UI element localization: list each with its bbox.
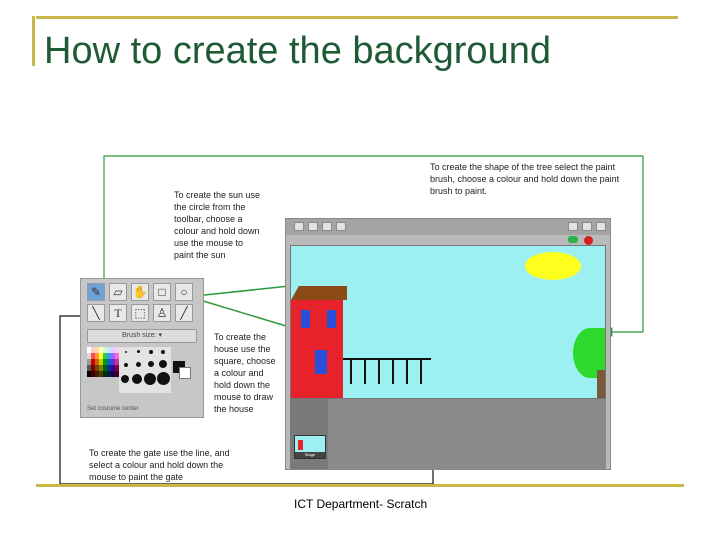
tree-note-line: To create the shape of the tree select t… — [430, 162, 616, 172]
brush-size-dot[interactable] — [137, 350, 140, 353]
brush-size-dot[interactable] — [121, 375, 129, 383]
house-note-line: house use the — [214, 344, 271, 354]
gate-note-line: To create the gate use the line, and — [89, 448, 230, 458]
rectangle-icon[interactable]: □ — [153, 283, 171, 301]
sun-note-line: the circle from the — [174, 202, 246, 212]
brush-size-dot[interactable] — [157, 372, 170, 385]
stop-icon[interactable] — [584, 236, 593, 245]
brush-size-dot[interactable] — [144, 373, 156, 385]
stage-thumbnail-column: Stage — [290, 397, 328, 469]
toolbar-button[interactable] — [294, 222, 304, 231]
view-mode-button[interactable] — [582, 222, 592, 231]
house-window-right — [327, 310, 336, 328]
sun-note-line: colour and hold down — [174, 226, 260, 236]
secondary-color-swatch[interactable] — [179, 367, 191, 379]
sun-note-line: toolbar, choose a — [174, 214, 243, 224]
brush-size-options[interactable] — [119, 347, 171, 393]
fill-icon[interactable]: ✋ — [131, 283, 149, 301]
green-flag-icon[interactable] — [568, 236, 578, 243]
gate-note-line: select a colour and hold down the — [89, 460, 224, 470]
house-note-line: a colour and — [214, 368, 264, 378]
house-door — [315, 350, 327, 374]
stage-thumbnail-label: Stage — [295, 452, 325, 458]
toolbar-button[interactable] — [322, 222, 332, 231]
brush-size-dot[interactable] — [132, 374, 142, 384]
tree-note-line: brush, choose a colour and hold down the… — [430, 174, 620, 184]
brush-size-dot[interactable] — [124, 363, 128, 367]
house-note-line: the house — [214, 404, 254, 414]
house-window-left — [301, 310, 310, 328]
view-mode-button[interactable] — [568, 222, 578, 231]
stamp-icon[interactable]: ♙ — [153, 304, 171, 322]
gate-note: To create the gate use the line, and sel… — [89, 447, 289, 483]
sun-note-line: To create the sun use — [174, 190, 261, 200]
footer-line — [36, 484, 684, 487]
scratch-top-toolbar — [286, 219, 610, 235]
house-thumbnail — [298, 440, 303, 450]
toolbar-button[interactable] — [336, 222, 346, 231]
brush-size-label: Brush size: — [121, 332, 157, 339]
tree-trunk — [597, 370, 605, 398]
paintbrush-icon[interactable]: ✎ — [87, 283, 105, 301]
brush-size-dot[interactable] — [159, 360, 167, 368]
brush-size-dot[interactable] — [125, 351, 127, 353]
select-icon[interactable]: ⬚ — [131, 304, 149, 322]
sun-note: To create the sun use the circle from th… — [174, 189, 284, 261]
view-mode-button[interactable] — [596, 222, 606, 231]
eraser-icon[interactable]: ▱ — [109, 283, 127, 301]
house-note: To create the house use the square, choo… — [214, 331, 286, 415]
tree-note-line: brush to paint. — [430, 186, 488, 196]
brush-size-dot[interactable] — [161, 350, 165, 354]
gate-shape — [343, 358, 431, 384]
text-icon[interactable]: T — [109, 304, 127, 322]
eyedropper-icon[interactable]: ╱ — [175, 304, 193, 322]
brush-size-dot[interactable] — [136, 362, 141, 367]
house-shape — [291, 300, 343, 398]
footer-text: ICT Department- Scratch — [294, 497, 428, 511]
color-palette[interactable] — [87, 347, 119, 403]
sun-shape — [525, 252, 581, 280]
sun-note-line: paint the sun — [174, 250, 226, 260]
toolbar-button[interactable] — [308, 222, 318, 231]
set-costume-center-button[interactable]: Set costume center — [87, 406, 199, 416]
paint-editor-toolbar: ✎ ▱ ✋ □ ○ ╲ T ⬚ ♙ ╱ Brush size: ▾ Set co… — [80, 278, 204, 418]
house-note-line: mouse to draw — [214, 392, 274, 402]
house-note-line: hold down the — [214, 380, 271, 390]
line-icon[interactable]: ╲ — [87, 304, 105, 322]
tree-note: To create the shape of the tree select t… — [430, 161, 650, 197]
sun-note-line: use the mouse to — [174, 238, 244, 248]
gate-note-line: mouse to paint the gate — [89, 472, 184, 482]
scratch-editor-window: Stage — [285, 218, 611, 470]
brush-size-dot[interactable] — [148, 361, 154, 367]
scratch-stage[interactable] — [290, 245, 606, 399]
house-note-line: square, choose — [214, 356, 276, 366]
house-roof — [291, 286, 347, 300]
ellipse-icon[interactable]: ○ — [175, 283, 193, 301]
stage-thumbnail[interactable]: Stage — [294, 435, 326, 459]
brush-size-dot[interactable] — [149, 350, 153, 354]
house-note-line: To create the — [214, 332, 267, 342]
brush-size-dropdown[interactable]: Brush size: ▾ — [87, 329, 197, 343]
